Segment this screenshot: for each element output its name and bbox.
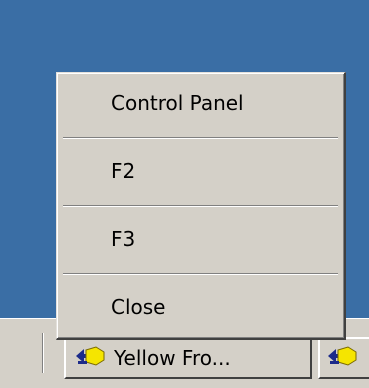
menu-separator: [63, 205, 338, 207]
yellow-app-icon: [326, 344, 358, 373]
taskbar-button-label: Yellow Fro...: [114, 346, 231, 370]
menu-separator: [63, 273, 338, 275]
taskbar-button-yellow-fro[interactable]: Yellow Fro...: [64, 337, 312, 379]
menu-separator: [63, 137, 338, 139]
menu-item-f2[interactable]: F2: [59, 151, 342, 191]
menu-item-control-panel[interactable]: Control Panel: [59, 83, 342, 123]
taskbar-separator: [42, 333, 44, 373]
menu-item-close[interactable]: Close: [59, 287, 342, 327]
context-menu: Control Panel F2 F3 Close: [56, 72, 346, 340]
menu-item-f3[interactable]: F3: [59, 219, 342, 259]
taskbar-button-second-app[interactable]: [318, 337, 369, 379]
yellow-app-icon: [74, 344, 106, 373]
